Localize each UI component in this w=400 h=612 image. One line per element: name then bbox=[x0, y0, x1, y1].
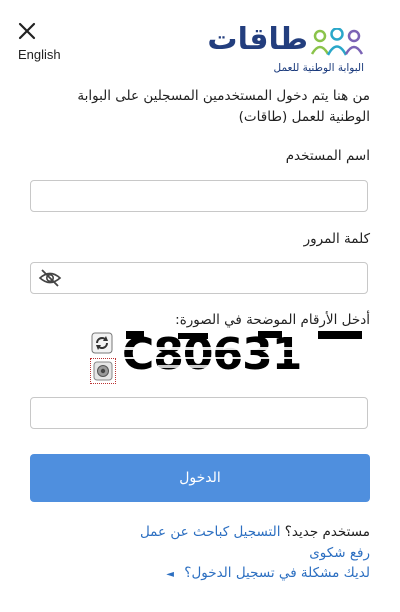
login-problem-row: لديك مشكلة في تسجيل الدخول؟ ◄ bbox=[166, 565, 370, 581]
close-icon[interactable] bbox=[14, 18, 40, 44]
login-button[interactable]: الدخول bbox=[30, 454, 370, 502]
login-problem-link[interactable]: لديك مشكلة في تسجيل الدخول؟ bbox=[184, 565, 370, 581]
captcha-image: C80631 bbox=[118, 331, 370, 373]
captcha-label: أدخل الأرقام الموضحة في الصورة: bbox=[175, 312, 370, 328]
intro-text: من هنا يتم دخول المستخدمين المسجلين على … bbox=[77, 88, 370, 125]
username-label: اسم المستخدم bbox=[285, 148, 370, 164]
people-logo-icon bbox=[310, 28, 364, 56]
new-user-row: مستخدم جديد؟ التسجيل كباحث عن عمل bbox=[140, 524, 370, 540]
complaint-link[interactable]: رفع شكوى bbox=[309, 545, 370, 561]
password-label: كلمة المرور bbox=[303, 231, 370, 247]
audio-button[interactable] bbox=[90, 358, 116, 384]
register-jobseeker-link[interactable]: التسجيل كباحث عن عمل bbox=[140, 524, 281, 540]
triangle-left-icon: ◄ bbox=[166, 569, 174, 580]
captcha-input[interactable] bbox=[30, 397, 368, 429]
password-input[interactable] bbox=[30, 262, 368, 294]
logo-title: طاقات bbox=[207, 22, 308, 57]
refresh-icon[interactable] bbox=[91, 332, 113, 354]
audio-icon bbox=[93, 361, 113, 381]
language-switch[interactable]: English bbox=[18, 47, 61, 62]
taqat-logo: طاقات البوابة الوطنية للعمل bbox=[184, 22, 364, 78]
new-user-prefix: مستخدم جديد؟ bbox=[284, 524, 370, 540]
logo-subtitle: البوابة الوطنية للعمل bbox=[273, 62, 364, 74]
complaint-row: رفع شكوى bbox=[309, 545, 370, 561]
username-input[interactable] bbox=[30, 180, 368, 212]
eye-slash-icon[interactable] bbox=[38, 268, 62, 288]
